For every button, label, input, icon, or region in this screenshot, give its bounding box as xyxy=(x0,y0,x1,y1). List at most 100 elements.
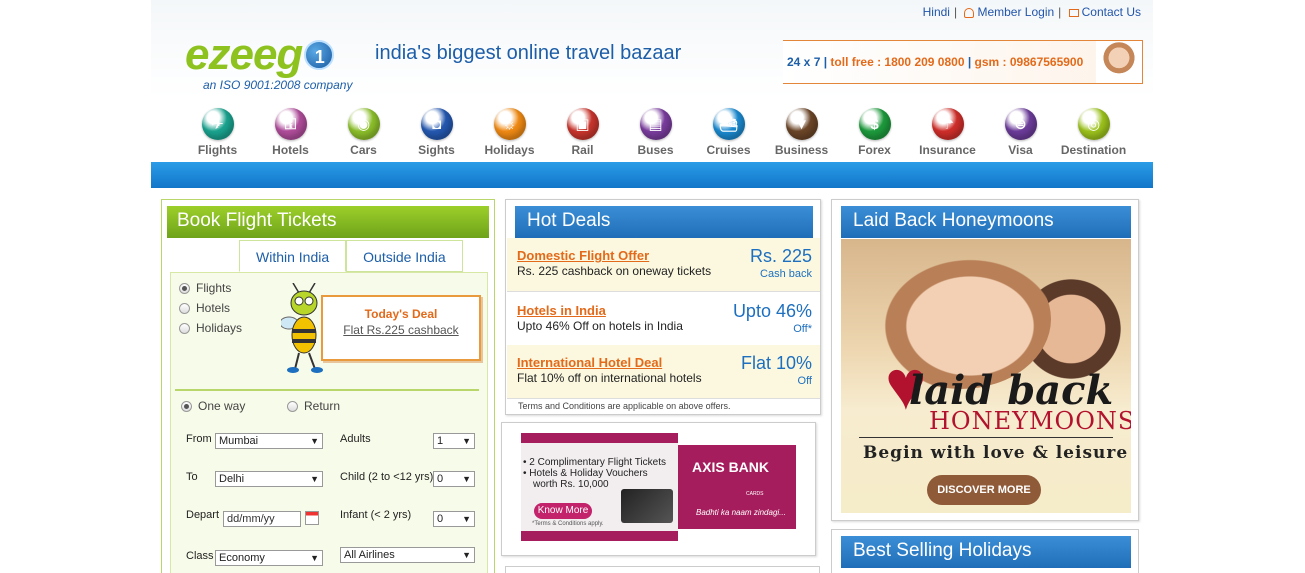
nav-label: Holidays xyxy=(484,143,535,157)
user-icon xyxy=(964,7,975,18)
iso-text: an ISO 9001:2008 company xyxy=(203,78,353,92)
nav-item-sights[interactable]: ◘ Sights xyxy=(400,108,473,157)
deal-link[interactable]: Flat Rs.225 cashback xyxy=(323,323,479,337)
nav-item-business[interactable]: ▼ Business xyxy=(765,108,838,157)
class-label: Class xyxy=(186,550,214,562)
nav-label: Flights xyxy=(197,143,238,157)
pin-icon: ◎ xyxy=(1077,108,1110,140)
nav-item-insurance[interactable]: ☂ Insurance xyxy=(911,108,984,157)
deal-name[interactable]: Domestic Flight Offer xyxy=(517,248,649,263)
next-panel xyxy=(505,566,820,573)
hindi-link[interactable]: Hindi xyxy=(923,5,950,19)
nav-label: Business xyxy=(774,143,829,157)
deal-sub: Off xyxy=(797,375,812,387)
book-flight-panel: Book Flight Tickets Within India Outside… xyxy=(161,199,495,573)
depart-label: Depart xyxy=(186,509,220,521)
nav-item-rail[interactable]: ▣ Rail xyxy=(546,108,619,157)
car-icon: ◉ xyxy=(347,108,380,140)
child-select[interactable]: 0 xyxy=(433,471,475,487)
divider xyxy=(859,437,1113,438)
infant-select[interactable]: 0 xyxy=(433,511,475,527)
axis-bank-name: AXIS BANK xyxy=(692,459,770,475)
from-select[interactable]: Mumbai xyxy=(215,433,323,449)
calendar-icon[interactable] xyxy=(305,511,319,525)
nav-item-cruises[interactable]: ⛴ Cruises xyxy=(692,108,765,157)
child-label: Child (2 to <12 yrs) xyxy=(340,471,434,483)
tagline: india's biggest online travel bazaar xyxy=(375,42,682,64)
contact-bar: 24 x 7 | toll free : 1800 209 0800 | gsm… xyxy=(783,40,1143,84)
airline-select[interactable]: All Airlines xyxy=(340,547,475,563)
umbrella-icon: ☂ xyxy=(931,108,964,140)
deal-row[interactable]: Domestic Flight Offer Rs. 225 cashback o… xyxy=(507,238,820,292)
nav-item-visa[interactable]: ⊜ Visa xyxy=(984,108,1057,157)
ship-icon: ⛴ xyxy=(712,108,745,140)
axis-bank-logo-area: AXIS BANK CARDS Badhti ka naam zindagi..… xyxy=(678,445,796,529)
nav-label: Sights xyxy=(418,143,455,157)
deal-desc: Upto 46% Off on hotels in India xyxy=(517,319,683,333)
mail-icon xyxy=(1068,8,1079,17)
deal-name[interactable]: International Hotel Deal xyxy=(517,355,662,370)
best-selling-panel: Best Selling Holidays xyxy=(831,529,1139,573)
header: Hindi | Member Login | Contact Us ezeeg 1 i… xyxy=(151,0,1153,162)
deal-row[interactable]: Hotels in India Upto 46% Off on hotels i… xyxy=(507,293,820,347)
adults-select[interactable]: 1 xyxy=(433,433,475,449)
discover-more-button[interactable]: DISCOVER MORE xyxy=(927,475,1041,505)
logo-one-icon: 1 xyxy=(304,40,335,70)
banner-subtitle: Begin with love & leisure xyxy=(863,443,1129,463)
nav-label: Hotels xyxy=(272,143,309,157)
nav-label: Insurance xyxy=(919,143,976,157)
nav-item-flights[interactable]: ✈ Flights xyxy=(181,108,254,157)
nav-item-holidays[interactable]: ☼ Holidays xyxy=(473,108,546,157)
infant-label: Infant (< 2 yrs) xyxy=(340,509,412,521)
category-nav: ✈ Flights ⚿ Hotels ◉ Cars ◘ Sights ☼ Holidays ▣ Rai… xyxy=(181,108,1130,157)
class-select[interactable]: Economy xyxy=(215,550,323,566)
logo-text: ezeeg xyxy=(185,30,303,79)
depart-date-input[interactable]: dd/mm/yy xyxy=(223,511,301,527)
best-selling-title: Best Selling Holidays xyxy=(841,536,1131,568)
nav-label: Destination xyxy=(1060,143,1127,157)
member-login-link[interactable]: Member Login xyxy=(977,5,1054,19)
nav-item-hotels[interactable]: ⚿ Hotels xyxy=(254,108,327,157)
from-label: From xyxy=(186,433,212,445)
nav-item-destination[interactable]: ◎ Destination xyxy=(1057,108,1130,157)
deal-sub: Off* xyxy=(793,323,812,335)
ad-points: • 2 Complimentary Flight Tickets • Hotel… xyxy=(523,457,666,490)
nav-label: Forex xyxy=(858,143,891,157)
radio-one-way[interactable]: One way xyxy=(181,399,245,413)
nav-item-cars[interactable]: ◉ Cars xyxy=(327,108,400,157)
tab-outside-india[interactable]: Outside India xyxy=(346,240,463,272)
tab-within-india[interactable]: Within India xyxy=(239,240,347,272)
to-label: To xyxy=(186,471,198,483)
nav-label: Visa xyxy=(1008,143,1033,157)
radio-holidays[interactable]: Holidays xyxy=(179,321,242,335)
nav-bar xyxy=(151,162,1153,188)
tie-icon: ▼ xyxy=(785,108,818,140)
nav-item-forex[interactable]: $ Forex xyxy=(838,108,911,157)
radio-return[interactable]: Return xyxy=(287,399,340,413)
deal-desc: Flat 10% off on international hotels xyxy=(517,371,702,385)
gsm: gsm : 09867565900 xyxy=(974,55,1084,69)
radio-hotels[interactable]: Hotels xyxy=(179,301,230,315)
island-icon: ☼ xyxy=(493,108,526,140)
to-select[interactable]: Delhi xyxy=(215,471,323,487)
axis-bank-ad[interactable]: • 2 Complimentary Flight Tickets • Hotel… xyxy=(501,422,816,556)
nav-label: Rail xyxy=(571,143,594,157)
plane-icon: ✈ xyxy=(201,108,234,140)
deal-row[interactable]: International Hotel Deal Flat 10% off on… xyxy=(507,345,820,399)
deal-value: Rs. 225 xyxy=(749,246,812,266)
nav-label: Buses xyxy=(637,143,674,157)
deal-title: Today's Deal xyxy=(364,307,438,321)
honeymoon-banner[interactable]: ♥ laid back HONEYMOONS Begin with love &… xyxy=(841,239,1131,513)
know-more-button[interactable]: Know More xyxy=(534,503,592,519)
camera-icon: ◘ xyxy=(420,108,453,140)
credit-card-icon xyxy=(621,489,673,523)
deal-desc: Rs. 225 cashback on oneway tickets xyxy=(517,264,712,278)
logo[interactable]: ezeeg 1 xyxy=(185,30,335,80)
deal-name[interactable]: Hotels in India xyxy=(517,303,606,318)
radio-flights[interactable]: Flights xyxy=(179,281,231,295)
contact-us-link[interactable]: Contact Us xyxy=(1082,5,1141,19)
nav-item-buses[interactable]: ▤ Buses xyxy=(619,108,692,157)
adults-label: Adults xyxy=(340,433,371,445)
key-icon: ⚿ xyxy=(274,108,307,140)
honeymoon-title: Laid Back Honeymoons xyxy=(841,206,1131,238)
